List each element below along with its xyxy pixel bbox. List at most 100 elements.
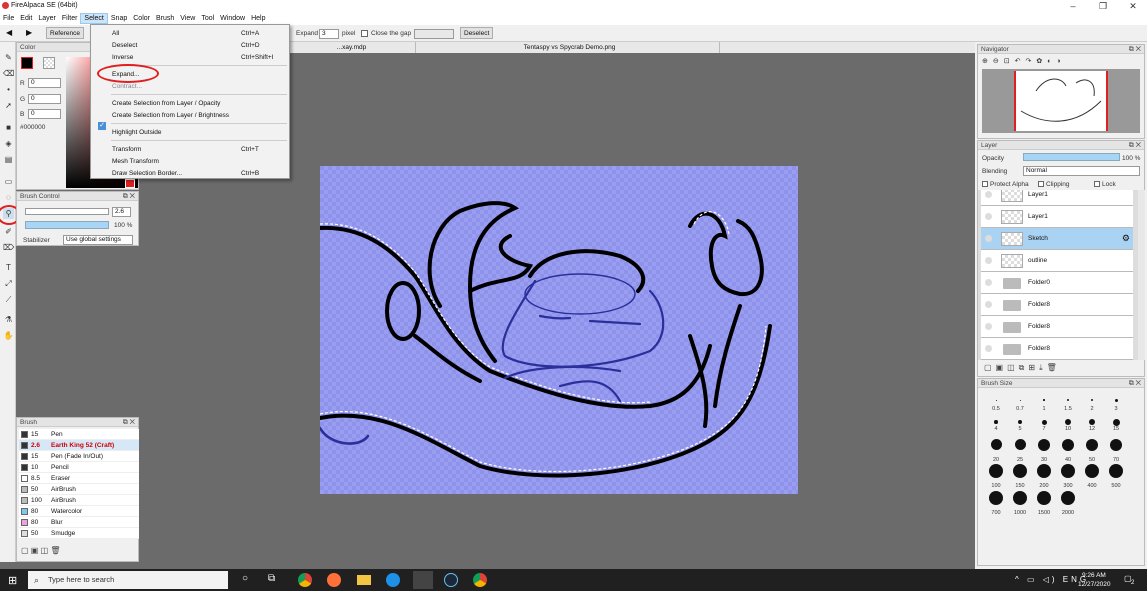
panel-close-icon[interactable]: ⧉ ✕ (123, 192, 135, 201)
brush-list-item[interactable]: 8.5 Eraser (19, 473, 139, 484)
panel-close-icon[interactable]: ⧉ ✕ (1129, 379, 1141, 388)
visibility-icon[interactable] (985, 257, 992, 264)
close-icon[interactable]: ✕ (1123, 1, 1143, 12)
layer-row[interactable]: Folder8 (981, 294, 1133, 316)
move-tool-icon[interactable]: ➚ (3, 100, 14, 111)
expand-input[interactable]: 3 (319, 29, 339, 39)
minimize-icon[interactable]: – (1063, 1, 1083, 11)
brush-size-dot[interactable] (995, 399, 997, 401)
brush-list-item[interactable]: 80 Blur (19, 517, 139, 528)
brush-list-item[interactable]: 100 AirBrush (19, 495, 139, 506)
brush-size-dot[interactable] (1067, 399, 1069, 401)
stabilizer-dropdown[interactable]: Use global settings (63, 235, 133, 245)
fill-tool-icon[interactable]: ■ (3, 122, 14, 133)
bucket-tool-icon[interactable]: ◈ (3, 138, 14, 149)
select-menu-item[interactable]: Create Selection from Layer / Opacity (91, 98, 289, 109)
brush-size-dot[interactable] (990, 439, 1002, 450)
brush-list-item[interactable]: 80 Watercolor (19, 506, 139, 517)
brush-list-item[interactable]: 15 Pen (Fade In/Out) (19, 451, 139, 462)
select-menu-item[interactable]: Transform Ctrl+T (91, 144, 289, 155)
brush-size-dot[interactable] (1065, 419, 1071, 425)
visibility-icon[interactable] (985, 345, 992, 352)
select-menu-item[interactable]: Create Selection from Layer / Brightness (91, 110, 289, 121)
brush-size-dot[interactable] (1043, 399, 1045, 401)
menu-snap[interactable]: Snap (108, 14, 130, 23)
layer-row[interactable]: Layer1 (981, 190, 1133, 206)
brush-size-dot[interactable] (1112, 418, 1120, 426)
cortana-icon[interactable]: ○ (242, 573, 248, 584)
clipping-checkbox[interactable] (1038, 181, 1044, 187)
layer-actions[interactable]: ▢▣◫⧉⊞⤓🗑 (984, 363, 1061, 373)
task-view-icon[interactable]: ⧉ (268, 573, 275, 584)
firealpaca-icon[interactable] (413, 571, 433, 589)
divide-tool-icon[interactable]: ⟋ (3, 294, 14, 305)
lock-checkbox[interactable] (1094, 181, 1100, 187)
layer-scrollbar[interactable] (1138, 190, 1145, 360)
brush-panel-actions[interactable]: ▢ ▣ ◫ 🗑 (21, 546, 61, 555)
brush-list-item[interactable]: 10 Pencil (19, 462, 139, 473)
lasso-icon[interactable]: ◌ (3, 192, 14, 203)
brush-size-dot[interactable] (1061, 491, 1075, 505)
windows-start-icon[interactable]: ⊞ (8, 574, 17, 587)
menu-edit[interactable]: Edit (17, 14, 35, 23)
menu-color[interactable]: Color (130, 14, 153, 23)
menu-filter[interactable]: Filter (59, 14, 81, 23)
reference-button[interactable]: Reference (46, 27, 84, 39)
select-eraser-icon[interactable]: ⌦ (3, 242, 14, 253)
deselect-button[interactable]: Deselect (460, 27, 494, 39)
select-menu-item[interactable]: Inverse Ctrl+Shift+I (91, 52, 289, 63)
gradient-tool-icon[interactable]: ▤ (3, 154, 14, 165)
select-menu-item[interactable]: Deselect Ctrl+D (91, 40, 289, 51)
close-gap-dropdown[interactable] (414, 29, 454, 39)
prev-icon[interactable]: ◀ (6, 28, 12, 37)
chrome-icon[interactable] (298, 573, 312, 587)
menu-file[interactable]: File (0, 14, 17, 23)
select-pen-icon[interactable]: ✐ (3, 226, 14, 237)
visibility-icon[interactable] (985, 301, 992, 308)
text-tool-icon[interactable]: T (3, 262, 14, 273)
menu-tool[interactable]: Tool (198, 14, 217, 23)
tab-mdp[interactable]: ...xay.mdp (288, 42, 416, 53)
blending-dropdown[interactable]: Normal (1023, 166, 1140, 176)
taskbar-search[interactable]: ⌕ Type here to search (28, 571, 228, 589)
brush-size-dot[interactable] (1088, 418, 1096, 426)
brush-size-dot[interactable] (1038, 439, 1050, 451)
secondary-color-swatch[interactable] (43, 57, 55, 69)
visibility-icon[interactable] (985, 235, 992, 242)
pen-tool-icon[interactable]: ✎ (3, 52, 14, 63)
brush-size-dot[interactable] (1114, 398, 1118, 402)
brush-size-dot[interactable] (994, 420, 998, 424)
brush-size-dot[interactable] (1037, 464, 1051, 478)
brush-size-dot[interactable] (1037, 491, 1051, 505)
select-rect-icon[interactable]: ▭ (3, 176, 14, 187)
brush-size-dot[interactable] (1014, 439, 1026, 450)
menu-layer[interactable]: Layer (35, 14, 59, 23)
hand-tool-icon[interactable]: ✋ (3, 330, 14, 341)
firefox-icon[interactable] (327, 573, 341, 587)
visibility-icon[interactable] (985, 279, 992, 286)
primary-color-swatch[interactable] (21, 57, 33, 69)
menu-view[interactable]: View (177, 14, 198, 23)
brush-list-item[interactable]: 2.6 Earth King 52 (Craft) (19, 440, 139, 451)
brush-size-dot[interactable] (1018, 420, 1022, 424)
close-gap-checkbox[interactable] (361, 30, 368, 37)
layer-row[interactable]: Layer1 (981, 206, 1133, 228)
color-picker-marker[interactable] (125, 179, 135, 188)
visibility-icon[interactable] (985, 213, 992, 220)
brush-opacity-slider[interactable] (25, 221, 109, 229)
brush-size-dot[interactable] (1090, 398, 1094, 402)
maximize-icon[interactable]: ❐ (1093, 1, 1113, 12)
select-menu-item[interactable]: All Ctrl+A (91, 28, 289, 39)
brush-size-dot[interactable] (1019, 399, 1021, 401)
menu-select[interactable]: Select (80, 13, 108, 24)
brush-list-item[interactable]: 15 Pen (19, 429, 139, 440)
g-input[interactable]: 0 (28, 94, 61, 104)
layer-row[interactable]: Folder0 (981, 272, 1133, 294)
operation-tool-icon[interactable]: ⤢ (3, 278, 14, 289)
brush-size-dot[interactable] (1062, 439, 1074, 451)
brush-size-dot[interactable] (1110, 439, 1122, 451)
chrome-icon-2[interactable] (473, 573, 487, 587)
select-menu-item[interactable]: Mesh Transform (91, 156, 289, 167)
eyedropper-icon[interactable]: ⚗ (3, 314, 14, 325)
next-icon[interactable]: ▶ (26, 28, 32, 37)
